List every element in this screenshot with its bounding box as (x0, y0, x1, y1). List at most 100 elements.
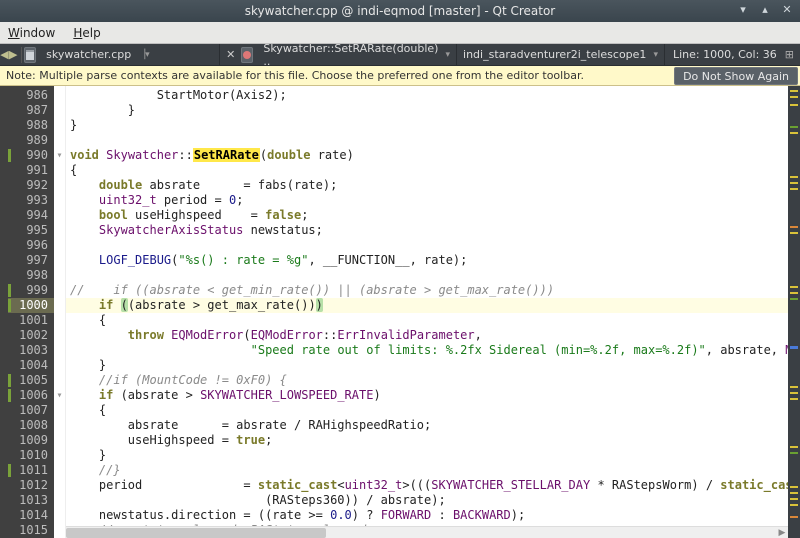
scrollbar-mark[interactable] (790, 398, 798, 400)
line-number[interactable]: 988 (8, 118, 54, 133)
scrollbar-mark[interactable] (790, 104, 798, 106)
line-number[interactable]: 1001 (8, 313, 54, 328)
open-file-selector[interactable]: skywatcher.cpp ▕▾ (40, 44, 220, 65)
scrollbar-mark[interactable] (790, 346, 798, 349)
code-line[interactable]: // if ((absrate < get_min_rate()) || (ab… (66, 283, 788, 298)
nav-back-button[interactable]: ◀ (0, 46, 9, 64)
line-number[interactable]: 1012 (8, 478, 54, 493)
code-line[interactable]: bool useHighspeed = false; (66, 208, 788, 223)
scrollbar-mark[interactable] (790, 286, 798, 288)
fold-gutter[interactable]: ▾▾ (54, 86, 66, 538)
line-number[interactable]: 1003 (8, 343, 54, 358)
scrollbar-mark[interactable] (790, 452, 798, 454)
code-line[interactable] (66, 268, 788, 283)
nav-forward-button[interactable]: ▶ (9, 46, 18, 64)
line-number[interactable]: 996 (8, 238, 54, 253)
split-editor-button[interactable]: ⊞ (785, 48, 800, 61)
scrollbar-mark[interactable] (790, 492, 798, 494)
project-context-selector[interactable]: indi_staradventurer2i_telescope1 ▾ (457, 44, 665, 65)
scrollbar-mark[interactable] (790, 292, 798, 294)
line-number[interactable]: 993 (8, 193, 54, 208)
scrollbar-mark[interactable] (790, 188, 798, 190)
code-line[interactable]: (RASteps360)) / absrate); (66, 493, 788, 508)
line-number[interactable]: 1008 (8, 418, 54, 433)
code-line[interactable]: useHighspeed = true; (66, 433, 788, 448)
code-area[interactable]: StartMotor(Axis2); }}void Skywatcher::Se… (66, 86, 788, 538)
code-line[interactable]: if (absrate > SKYWATCHER_LOWSPEED_RATE) (66, 388, 788, 403)
line-number[interactable]: 997 (8, 253, 54, 268)
line-number[interactable]: 1009 (8, 433, 54, 448)
window-minimize-button[interactable]: ▾ (736, 2, 750, 16)
scrollbar-mark[interactable] (790, 232, 798, 234)
code-line[interactable]: newstatus.direction = ((rate >= 0.0) ? F… (66, 508, 788, 523)
fold-toggle[interactable]: ▾ (54, 148, 65, 163)
code-line[interactable]: "Speed rate out of limits: %.2fx Siderea… (66, 343, 788, 358)
code-line[interactable] (66, 238, 788, 253)
close-document-button[interactable]: ✕ (220, 48, 241, 61)
scrollbar-mark[interactable] (790, 486, 798, 488)
horizontal-scrollbar[interactable]: ◀ ▶ (66, 526, 788, 538)
code-line[interactable] (66, 133, 788, 148)
line-number[interactable]: 991 (8, 163, 54, 178)
code-line[interactable]: period = static_cast<uint32_t>(((SKYWATC… (66, 478, 788, 493)
scrollbar-mark[interactable] (790, 96, 798, 98)
line-number[interactable]: 1013 (8, 493, 54, 508)
code-line[interactable]: //} (66, 463, 788, 478)
scrollbar-mark[interactable] (790, 392, 798, 394)
menu-window[interactable]: Window (6, 24, 57, 42)
code-line[interactable]: absrate = absrate / RAHighspeedRatio; (66, 418, 788, 433)
scrollbar-mark[interactable] (790, 386, 798, 388)
marks-scrollbar[interactable] (788, 86, 800, 538)
line-number[interactable]: 994 (8, 208, 54, 223)
line-number[interactable]: 1007 (8, 403, 54, 418)
code-line[interactable]: StartMotor(Axis2); (66, 88, 788, 103)
code-line[interactable]: { (66, 403, 788, 418)
scrollbar-mark[interactable] (790, 446, 798, 448)
line-number[interactable]: 1015 (8, 523, 54, 538)
line-number[interactable]: 999 (8, 283, 54, 298)
menu-help[interactable]: Help (71, 24, 102, 42)
symbol-selector[interactable]: Skywatcher::SetRARate(double) .. ▾ (257, 44, 457, 65)
line-number[interactable]: 987 (8, 103, 54, 118)
scrollbar-mark[interactable] (790, 504, 798, 506)
line-number[interactable]: 1005 (8, 373, 54, 388)
line-number[interactable]: 992 (8, 178, 54, 193)
line-number[interactable]: 998 (8, 268, 54, 283)
code-line[interactable]: SkywatcherAxisStatus newstatus; (66, 223, 788, 238)
line-number[interactable]: 1002 (8, 328, 54, 343)
line-number[interactable]: 1000 (8, 298, 54, 313)
code-line[interactable]: LOGF_DEBUG("%s() : rate = %g", __FUNCTIO… (66, 253, 788, 268)
line-number[interactable]: 1004 (8, 358, 54, 373)
code-editor[interactable]: 9869879889899909919929939949959969979989… (0, 86, 800, 538)
code-line[interactable]: if ((absrate > get_max_rate())) (66, 298, 788, 313)
scrollbar-mark[interactable] (790, 298, 798, 300)
code-line[interactable]: } (66, 103, 788, 118)
code-line[interactable]: { (66, 163, 788, 178)
fold-toggle[interactable]: ▾ (54, 388, 65, 403)
code-line[interactable]: } (66, 448, 788, 463)
code-line[interactable]: double absrate = fabs(rate); (66, 178, 788, 193)
breakpoint-gutter[interactable] (0, 86, 8, 538)
line-number[interactable]: 990 (8, 148, 54, 163)
code-line[interactable]: //if (MountCode != 0xF0) { (66, 373, 788, 388)
scrollbar-mark[interactable] (790, 126, 798, 128)
line-number-gutter[interactable]: 9869879889899909919929939949959969979989… (8, 86, 54, 538)
line-number[interactable]: 1011 (8, 463, 54, 478)
code-line[interactable]: } (66, 118, 788, 133)
scroll-right-arrow[interactable]: ▶ (776, 528, 788, 538)
scrollbar-thumb[interactable] (66, 528, 326, 538)
line-number[interactable]: 995 (8, 223, 54, 238)
line-number[interactable]: 1006 (8, 388, 54, 403)
do-not-show-again-button[interactable]: Do Not Show Again (674, 67, 798, 85)
scrollbar-mark[interactable] (790, 176, 798, 178)
scrollbar-mark[interactable] (790, 516, 798, 518)
line-number[interactable]: 986 (8, 88, 54, 103)
line-number[interactable]: 989 (8, 133, 54, 148)
scrollbar-mark[interactable] (790, 498, 798, 500)
scrollbar-mark[interactable] (790, 90, 798, 92)
scrollbar-mark[interactable] (790, 182, 798, 184)
code-line[interactable]: { (66, 313, 788, 328)
scrollbar-mark[interactable] (790, 132, 798, 134)
code-line[interactable]: void Skywatcher::SetRARate(double rate) (66, 148, 788, 163)
window-maximize-button[interactable]: ▴ (758, 2, 772, 16)
